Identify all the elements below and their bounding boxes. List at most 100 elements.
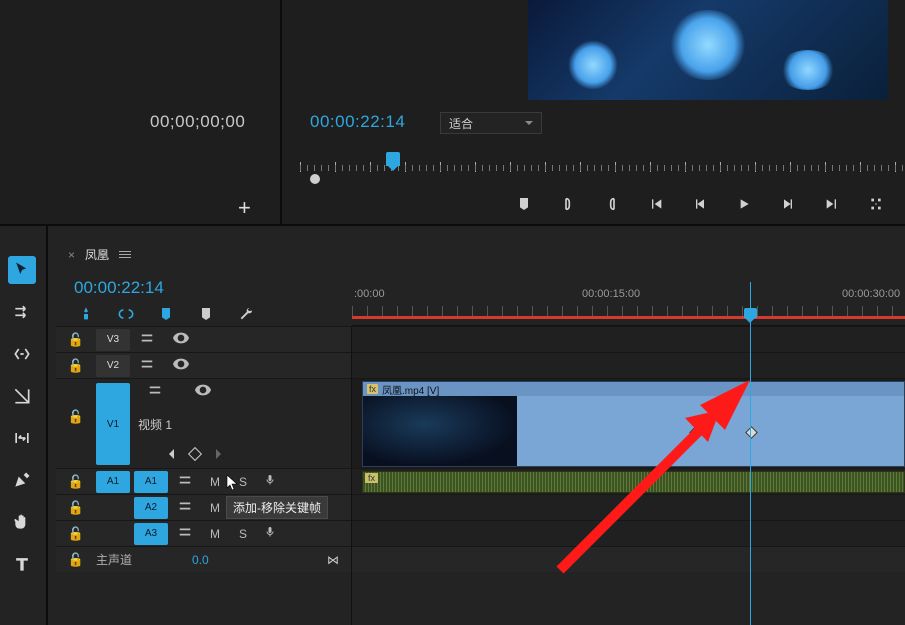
toggle-output-icon[interactable] xyxy=(164,332,198,347)
track-tag-a2[interactable]: A2 xyxy=(134,497,168,519)
timeline-playhead[interactable] xyxy=(750,282,751,625)
track-lane-a1[interactable]: fx xyxy=(352,468,905,494)
sequence-tab[interactable]: × 凤凰 xyxy=(68,246,131,263)
track-tag-v2[interactable]: V2 xyxy=(96,355,130,377)
settings-wrench-icon[interactable] xyxy=(238,306,254,325)
prev-keyframe-button[interactable] xyxy=(164,449,174,459)
zoom-fit-select[interactable]: 适合 xyxy=(440,112,542,134)
toggle-output-icon[interactable] xyxy=(186,384,220,399)
track-header-v2[interactable]: 🔓 V2 xyxy=(56,352,351,378)
selection-tool[interactable] xyxy=(8,256,36,284)
hand-tool[interactable] xyxy=(8,508,36,536)
mark-out-button[interactable] xyxy=(603,195,621,213)
track-lane-v1[interactable]: fx 凤凰.mp4 [V] xyxy=(352,378,905,468)
master-level[interactable]: 0.0 xyxy=(192,553,209,567)
add-button[interactable]: + xyxy=(238,195,251,221)
keyframe-diamond[interactable] xyxy=(689,426,702,439)
export-frame-button[interactable] xyxy=(867,195,885,213)
scrub-handle[interactable] xyxy=(310,174,320,184)
timeline-ruler[interactable]: :00:00 00:00:15:00 00:00:30:00 xyxy=(352,282,905,326)
add-marker-button[interactable] xyxy=(515,195,533,213)
program-playhead[interactable] xyxy=(386,152,400,166)
source-patch-a1[interactable]: A1 xyxy=(96,471,130,493)
tooltip-keyframe: 添加-移除关键帧 xyxy=(226,496,328,519)
chevron-down-icon xyxy=(525,121,533,129)
lock-icon[interactable]: 🔓 xyxy=(56,358,96,374)
sync-lock-icon[interactable] xyxy=(168,473,202,490)
audio-clip[interactable]: fx xyxy=(362,471,905,493)
sync-lock-icon[interactable] xyxy=(138,383,172,400)
track-tag-v3[interactable]: V3 xyxy=(96,329,130,351)
track-tag-v1[interactable]: V1 xyxy=(96,383,130,465)
panel-menu-icon[interactable] xyxy=(119,251,131,258)
track-header-v3[interactable]: 🔓 V3 xyxy=(56,326,351,352)
next-keyframe-button[interactable] xyxy=(216,449,226,459)
sync-lock-icon[interactable] xyxy=(130,357,164,374)
track-lane-v3[interactable] xyxy=(352,326,905,352)
sequence-timecode[interactable]: 00:00:22:14 xyxy=(74,278,164,298)
go-to-out-button[interactable] xyxy=(823,195,841,213)
automation-mode-icon[interactable]: ⋈ xyxy=(327,553,339,567)
ruler-label-2: 00:00:30:00 xyxy=(842,288,900,300)
ruler-label-0: :00:00 xyxy=(354,288,385,300)
ripple-edit-tool[interactable] xyxy=(8,340,36,368)
voiceover-record-icon[interactable] xyxy=(264,474,276,489)
snap-icon[interactable] xyxy=(78,306,94,325)
timeline-canvas[interactable]: :00:00 00:00:15:00 00:00:30:00 fx 凤凰.mp4… xyxy=(352,282,905,625)
lock-icon[interactable]: 🔓 xyxy=(56,552,96,568)
add-remove-keyframe-button[interactable] xyxy=(188,447,202,461)
mark-in-button[interactable] xyxy=(559,195,577,213)
track-tag-a3[interactable]: A3 xyxy=(134,523,168,545)
mute-button[interactable]: M xyxy=(208,475,222,489)
sync-lock-icon[interactable] xyxy=(130,331,164,348)
track-lane-v2[interactable] xyxy=(352,352,905,378)
zoom-fit-label: 适合 xyxy=(449,115,473,132)
type-tool[interactable] xyxy=(8,550,36,578)
go-to-in-button[interactable] xyxy=(647,195,665,213)
solo-button[interactable]: S xyxy=(236,527,250,541)
fx-badge[interactable]: fx xyxy=(365,473,378,483)
track-select-tool[interactable] xyxy=(8,298,36,326)
keyframe-diamond[interactable] xyxy=(745,426,758,439)
pen-tool[interactable] xyxy=(8,466,36,494)
play-button[interactable] xyxy=(735,195,753,213)
program-timecode: 00:00:22:14 xyxy=(310,112,405,132)
lock-icon[interactable]: 🔓 xyxy=(56,332,96,348)
sync-lock-icon[interactable] xyxy=(168,525,202,542)
track-tag-a1[interactable]: A1 xyxy=(134,471,168,493)
source-timecode: 00;00;00;00 xyxy=(150,112,245,132)
track-header-a3[interactable]: 🔓 A3 M S xyxy=(56,520,351,546)
track-lane-a3[interactable] xyxy=(352,520,905,546)
lock-icon[interactable]: 🔓 xyxy=(56,526,96,542)
mute-button[interactable]: M xyxy=(208,501,222,515)
track-header-a1[interactable]: 🔓 A1 A1 M S xyxy=(56,468,351,494)
mute-button[interactable]: M xyxy=(208,527,222,541)
track-lane-a2[interactable] xyxy=(352,494,905,520)
slip-tool[interactable] xyxy=(8,424,36,452)
sync-lock-icon[interactable] xyxy=(168,499,202,516)
track-header-v1[interactable]: 🔓 V1 视频 1 xyxy=(56,378,351,468)
lock-icon[interactable]: 🔓 xyxy=(56,383,96,425)
render-bar xyxy=(352,316,905,319)
track-headers: 🔓 V3 🔓 V2 🔓 V1 xyxy=(56,326,352,625)
step-forward-button[interactable] xyxy=(779,195,797,213)
voiceover-record-icon[interactable] xyxy=(264,526,276,541)
lock-icon[interactable]: 🔓 xyxy=(56,474,96,490)
marker-settings-icon[interactable] xyxy=(198,306,214,325)
master-track-header[interactable]: 🔓 主声道 0.0 ⋈ xyxy=(56,546,351,572)
razor-tool[interactable] xyxy=(8,382,36,410)
lock-icon[interactable]: 🔓 xyxy=(56,500,96,516)
step-back-button[interactable] xyxy=(691,195,709,213)
track-lane-master[interactable] xyxy=(352,546,905,572)
mouse-cursor xyxy=(226,474,240,492)
track-label-v1: 视频 1 xyxy=(138,416,226,433)
timeline-toolbar xyxy=(0,256,44,578)
close-tab-icon[interactable]: × xyxy=(68,248,75,262)
add-marker-icon[interactable] xyxy=(158,306,174,325)
linked-selection-icon[interactable] xyxy=(118,306,134,325)
ruler-label-1: 00:00:15:00 xyxy=(582,288,640,300)
fx-badge[interactable]: fx xyxy=(367,384,378,394)
toggle-output-icon[interactable] xyxy=(164,358,198,373)
program-scrubber[interactable] xyxy=(300,152,905,182)
video-clip[interactable]: fx 凤凰.mp4 [V] xyxy=(362,381,905,467)
